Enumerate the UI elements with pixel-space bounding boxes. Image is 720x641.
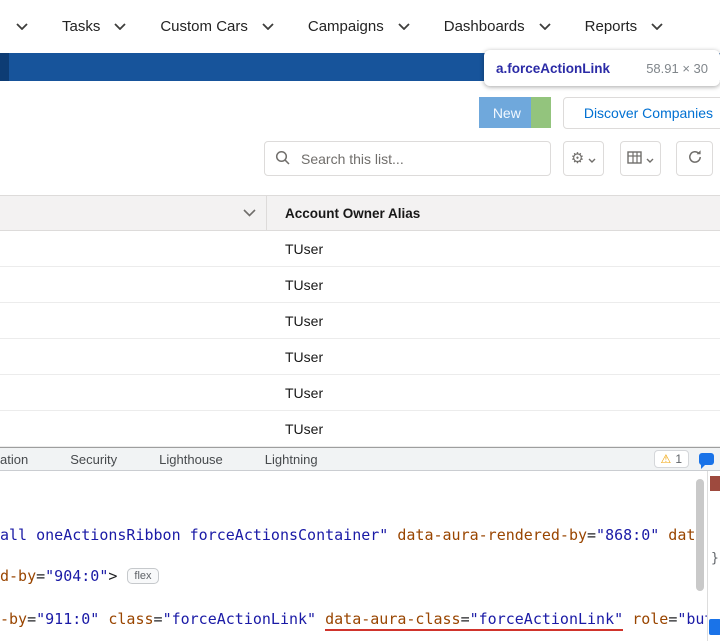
devtools-tab-bar: ation Security Lighthouse Lightning ⚠ 1 xyxy=(0,447,720,471)
new-button[interactable]: New xyxy=(479,97,531,128)
column-header-previous-column[interactable] xyxy=(0,196,267,230)
table-row[interactable]: TUser xyxy=(0,231,720,267)
warning-count: 1 xyxy=(675,452,682,466)
issues-feedback-icon[interactable] xyxy=(699,453,714,465)
highlighted-attribute: data-aura-class="forceActionLink" xyxy=(325,610,623,631)
code-attr-name: data-aura-rendered-by xyxy=(397,526,587,544)
code-punct: = xyxy=(668,610,677,628)
devtools-elements-panel: all oneActionsRibbon forceActionsContain… xyxy=(0,471,720,641)
code-attr-value: "868:0" xyxy=(596,526,668,544)
dom-node-line[interactable]: -by="911:0" class="forceActionLink" data… xyxy=(0,610,720,628)
code-attr-name: data-aura-class xyxy=(325,610,460,628)
inspect-element-tooltip: a.forceActionLink 58.91 × 30 xyxy=(484,50,720,86)
list-action-row: New Discover Companies xyxy=(0,81,720,130)
cell-account-owner-alias: TUser xyxy=(0,421,323,437)
code-punct: = xyxy=(36,567,45,585)
inspect-padding-overlay xyxy=(531,97,551,128)
devtools-tab-security[interactable]: Security xyxy=(49,452,138,467)
nav-tab-dashboards[interactable]: Dashboards xyxy=(444,18,551,35)
chevron-down-icon xyxy=(243,209,256,217)
devtools-status-icons: ⚠ 1 xyxy=(654,450,720,468)
code-attr-name: d-by xyxy=(0,567,36,585)
code-attr-value: all oneActionsRibbon forceActionsContain… xyxy=(0,526,397,544)
nav-tab-campaigns-label: Campaigns xyxy=(308,18,384,35)
new-button-inspect-highlight: New xyxy=(479,97,551,128)
dom-node-line[interactable]: all oneActionsRibbon forceActionsContain… xyxy=(0,526,713,544)
devtools-tab-lighthouse[interactable]: Lighthouse xyxy=(138,452,244,467)
cell-account-owner-alias: TUser xyxy=(0,241,323,257)
list-controls-row: ⚙ xyxy=(0,130,720,189)
table-row[interactable]: TUser xyxy=(0,339,720,375)
cell-account-owner-alias: TUser xyxy=(0,277,323,293)
list-table-body: TUser TUser TUser TUser TUser TUser xyxy=(0,231,720,447)
nav-tab-campaigns[interactable]: Campaigns xyxy=(308,18,410,35)
flex-layout-badge[interactable]: flex xyxy=(127,568,158,584)
brand-header-accent xyxy=(0,53,9,81)
code-attr-value: "904:0" xyxy=(45,567,108,585)
table-row[interactable]: TUser xyxy=(0,303,720,339)
devtools-tab-lightning[interactable]: Lightning xyxy=(244,452,339,467)
cell-account-owner-alias: TUser xyxy=(0,385,323,401)
inspect-tooltip-selector: a.forceActionLink xyxy=(496,61,610,76)
refresh-button[interactable] xyxy=(676,141,713,176)
styles-pane-brace: } xyxy=(711,551,719,566)
nav-tab-dashboards-label: Dashboards xyxy=(444,18,525,35)
list-table-header: Account Owner Alias xyxy=(0,195,720,231)
discover-companies-button[interactable]: Discover Companies xyxy=(563,97,720,129)
refresh-icon xyxy=(687,149,703,168)
warning-count-badge[interactable]: ⚠ 1 xyxy=(654,450,689,468)
dom-node-line[interactable]: d-by="904:0"> flex xyxy=(0,567,159,585)
code-attr-value: "forceActionLink" xyxy=(470,610,624,628)
chevron-down-icon xyxy=(114,23,126,30)
nav-overflow-chevron-icon[interactable] xyxy=(16,23,28,30)
nav-tab-custom-cars[interactable]: Custom Cars xyxy=(160,18,274,35)
cell-account-owner-alias: TUser xyxy=(0,349,323,365)
chevron-down-icon xyxy=(646,151,654,166)
code-punct xyxy=(623,610,632,628)
chevron-down-icon xyxy=(539,23,551,30)
chevron-down-icon xyxy=(398,23,410,30)
list-search xyxy=(264,141,551,176)
warning-icon: ⚠ xyxy=(661,452,672,466)
nav-tab-tasks-label: Tasks xyxy=(62,18,100,35)
app-nav-bar: Tasks Custom Cars Campaigns Dashboards R… xyxy=(0,0,720,53)
code-attr-value: "forceActionLink" xyxy=(163,610,326,628)
table-row[interactable]: TUser xyxy=(0,267,720,303)
table-grid-icon xyxy=(627,151,642,167)
search-input[interactable] xyxy=(264,141,551,176)
nav-tab-tasks[interactable]: Tasks xyxy=(62,18,126,35)
code-attr-value: "911:0" xyxy=(36,610,108,628)
code-attr-name: -by xyxy=(0,610,27,628)
devtools-tab-application[interactable]: ation xyxy=(0,452,49,467)
chevron-down-icon xyxy=(588,151,596,166)
list-settings-button[interactable]: ⚙ xyxy=(563,141,604,176)
code-punct: = xyxy=(27,610,36,628)
display-as-button[interactable] xyxy=(620,141,661,176)
devtools-styles-pane-sliver: } xyxy=(707,471,720,641)
code-punct: = xyxy=(154,610,163,628)
column-header-account-owner-alias[interactable]: Account Owner Alias xyxy=(267,196,420,230)
search-icon xyxy=(275,150,291,171)
inspect-tooltip-dimensions: 58.91 × 30 xyxy=(646,61,708,76)
code-punct: = xyxy=(587,526,596,544)
styles-pane-blue-badge xyxy=(709,619,720,635)
styles-pane-color-block xyxy=(710,476,720,491)
table-row[interactable]: TUser xyxy=(0,411,720,447)
nav-tab-reports-label: Reports xyxy=(585,18,638,35)
code-attr-name: class xyxy=(108,610,153,628)
chevron-down-icon xyxy=(651,23,663,30)
nav-tab-reports[interactable]: Reports xyxy=(585,18,664,35)
chevron-down-icon xyxy=(262,23,274,30)
devtools-scrollbar-thumb[interactable] xyxy=(696,479,704,591)
code-punct: = xyxy=(461,610,470,628)
cell-account-owner-alias: TUser xyxy=(0,313,323,329)
code-punct: > xyxy=(108,567,117,585)
nav-tab-custom-cars-label: Custom Cars xyxy=(160,18,248,35)
table-row[interactable]: TUser xyxy=(0,375,720,411)
code-attr-name: role xyxy=(632,610,668,628)
gear-icon: ⚙ xyxy=(571,151,584,166)
